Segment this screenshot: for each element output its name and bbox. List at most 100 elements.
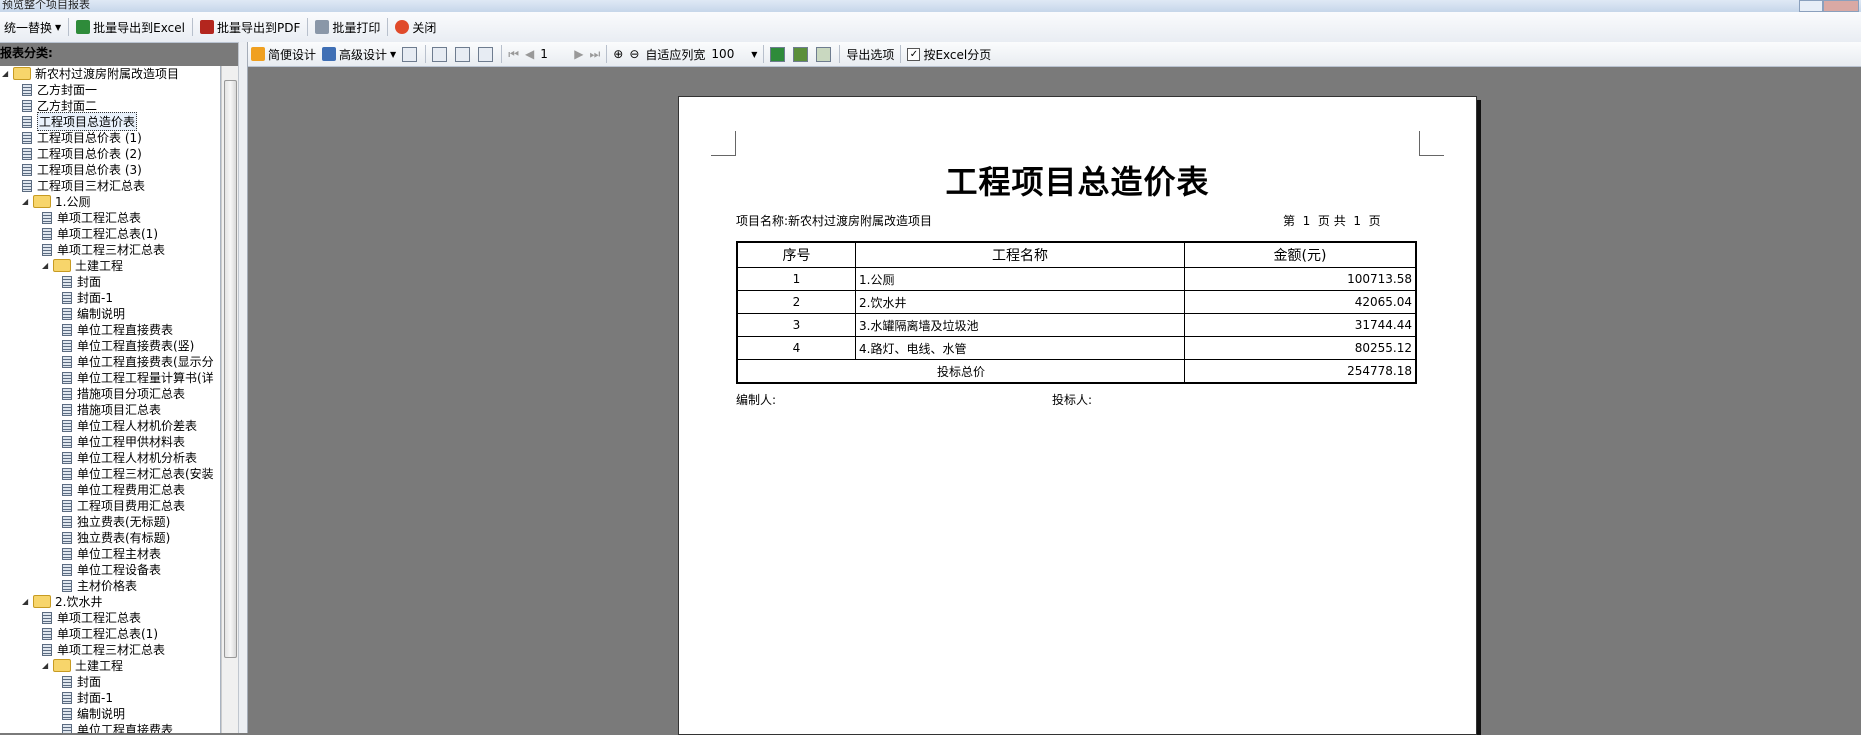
next-page-button[interactable]: ▶ (571, 44, 586, 64)
tree-item[interactable]: 单位工程直接费表 (62, 322, 173, 337)
tree-scrollbar[interactable] (221, 66, 238, 733)
tree-item[interactable]: 乙方封面二 (22, 98, 97, 113)
single-page-button[interactable] (429, 44, 452, 64)
crop-mark-top-right (1419, 131, 1444, 156)
last-page-button[interactable]: ⏭ (586, 44, 603, 64)
column-header-name: 工程名称 (855, 241, 1185, 268)
tree-item[interactable]: 工程项目总造价表 (22, 112, 138, 131)
tree-item[interactable]: 工程项目总价表 (2) (22, 146, 142, 161)
tree-item[interactable]: 单位工程人材机分析表 (62, 450, 197, 465)
expand-collapse-icon[interactable]: ◢ (2, 69, 10, 78)
tree-item[interactable]: 单项工程汇总表(1) (42, 626, 158, 641)
minimize-button[interactable] (1799, 0, 1823, 12)
multi-page-button[interactable] (475, 44, 498, 64)
tree-folder[interactable]: ◢ 土建工程 (42, 658, 123, 673)
tree-folder[interactable]: ◢ 1.公厕 (22, 194, 90, 209)
batch-export-excel-label: 批量导出到Excel (93, 20, 185, 35)
tree-item[interactable]: 主材价格表 (62, 578, 137, 593)
zoom-in-button[interactable]: ⊕ (610, 44, 626, 64)
row-name: 3.水罐隔离墙及垃圾池 (855, 313, 1185, 337)
fit-width-button[interactable]: 自适应列宽 (642, 44, 708, 64)
batch-export-excel-button[interactable]: 批量导出到Excel (72, 16, 189, 38)
tree-item[interactable]: 独立费表(有标题) (62, 530, 170, 545)
tree-folder[interactable]: ◢ 土建工程 (42, 258, 123, 273)
tree-item[interactable]: 单项工程汇总表 (42, 610, 141, 625)
excel-paging-checkbox[interactable]: ✓ 按Excel分页 (904, 44, 994, 64)
toolbar-divider (501, 45, 503, 63)
folder-icon (33, 595, 51, 608)
tree-item[interactable]: 措施项目分项汇总表 (62, 386, 185, 401)
tree-item[interactable]: 独立费表(无标题) (62, 514, 170, 529)
tree-folder[interactable]: ◢ 新农村过渡房附属改造项目 (2, 66, 179, 81)
tree-scrollbar-thumb[interactable] (224, 80, 237, 658)
tree-item[interactable]: 单项工程汇总表(1) (42, 226, 158, 241)
batch-export-pdf-button[interactable]: 批量导出到PDF (196, 16, 304, 38)
expand-collapse-icon[interactable]: ◢ (42, 261, 50, 270)
tree-item[interactable]: 工程项目总价表 (3) (22, 162, 142, 177)
tree-item[interactable]: 编制说明 (62, 306, 125, 321)
tree-item[interactable]: 单位工程三材汇总表(安装 (62, 466, 214, 481)
batch-print-button[interactable]: 批量打印 (311, 16, 384, 38)
project-name-value: 新农村过渡房附属改造项目 (788, 214, 933, 228)
simple-design-button[interactable]: 简便设计 (248, 44, 319, 64)
expand-collapse-icon[interactable]: ◢ (22, 597, 30, 606)
tree-folder[interactable]: ◢ 2.饮水井 (22, 594, 102, 609)
report-doc-icon (62, 467, 72, 480)
tree-item[interactable]: 单位工程工程量计算书(详 (62, 370, 214, 385)
report-doc-icon (62, 371, 72, 384)
first-page-button[interactable]: ⏮ (505, 44, 522, 64)
two-page-button[interactable] (452, 44, 475, 64)
export-options-button[interactable]: 导出选项 (843, 44, 897, 64)
tree-item[interactable]: 单位工程直接费表(竖) (62, 338, 194, 353)
folder-icon (13, 67, 31, 80)
report-doc-icon (62, 547, 72, 560)
tree-item-label: 编制说明 (77, 307, 126, 321)
tree-item[interactable]: 措施项目汇总表 (62, 402, 161, 417)
tree-item[interactable]: 工程项目三材汇总表 (22, 178, 145, 193)
report-doc-icon (22, 179, 32, 192)
page-number-value: 1 (540, 47, 548, 61)
advanced-design-button[interactable]: 高级设计 ▼ (319, 44, 399, 64)
window-titlebar: 预览整个项目报表 (0, 0, 1861, 12)
tree-item-label: 1.公厕 (55, 195, 91, 209)
table-row: 4 4.路灯、电线、水管 80255.12 (736, 336, 1417, 360)
tree-item[interactable]: 单位工程直接费表(显示分 (62, 354, 214, 369)
report-doc-icon (22, 83, 32, 96)
report-doc-icon (42, 627, 52, 640)
tree-item[interactable]: 封面-1 (62, 290, 113, 305)
close-button[interactable]: 关闭 (391, 16, 440, 38)
tree-item[interactable]: 工程项目总价表 (1) (22, 130, 142, 145)
zoom-select[interactable]: 100 ▼ (708, 44, 760, 64)
project-name-label: 项目名称: (736, 214, 789, 228)
export-image-button[interactable] (790, 44, 813, 64)
folder-icon (53, 259, 71, 272)
tree-item[interactable]: 封面 (62, 274, 101, 289)
prev-page-button[interactable]: ◀ (522, 44, 537, 64)
close-window-button[interactable] (1823, 0, 1859, 12)
tree-item[interactable]: 单位工程人材机价差表 (62, 418, 197, 433)
tree-item[interactable]: 单位工程费用汇总表 (62, 482, 185, 497)
tree-item[interactable]: 单位工程主材表 (62, 546, 161, 561)
page-number-field[interactable]: 1 (537, 44, 571, 64)
tree-item[interactable]: 乙方封面一 (22, 82, 97, 97)
print-button[interactable] (399, 44, 422, 64)
tree-item[interactable]: 单位工程甲供材料表 (62, 434, 185, 449)
expand-collapse-icon[interactable]: ◢ (22, 197, 30, 206)
tree-item-label: 单位工程人材机分析表 (77, 451, 198, 465)
tree-item[interactable]: 工程项目费用汇总表 (62, 498, 185, 513)
export-doc-button[interactable] (813, 44, 836, 64)
tree-item[interactable]: 编制说明 (62, 706, 125, 721)
tree-item[interactable]: 单位工程直接费表 (62, 722, 173, 733)
report-doc-icon (62, 339, 72, 352)
export-excel-button[interactable] (767, 44, 790, 64)
panel-splitter[interactable] (238, 42, 248, 733)
tree-item[interactable]: 单项工程三材汇总表 (42, 242, 165, 257)
tree-item[interactable]: 封面 (62, 674, 101, 689)
zoom-out-button[interactable]: ⊖ (626, 44, 642, 64)
expand-collapse-icon[interactable]: ◢ (42, 661, 50, 670)
tree-item[interactable]: 单项工程三材汇总表 (42, 642, 165, 657)
tree-item[interactable]: 单位工程设备表 (62, 562, 161, 577)
tree-item[interactable]: 封面-1 (62, 690, 113, 705)
tree-item[interactable]: 单项工程汇总表 (42, 210, 141, 225)
replace-dropdown[interactable]: 统一替换 ▼ (0, 16, 65, 38)
